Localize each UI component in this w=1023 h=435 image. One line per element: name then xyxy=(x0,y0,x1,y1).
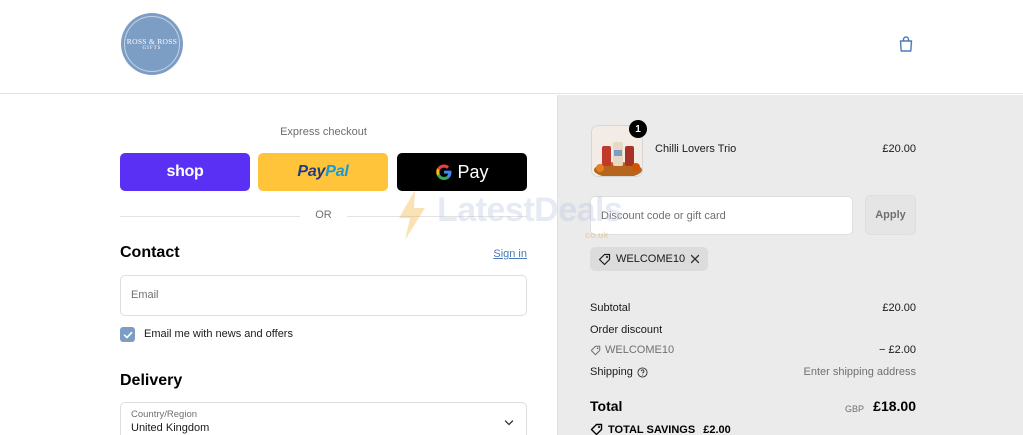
newsletter-checkbox[interactable] xyxy=(120,327,135,342)
subtotal-row: Subtotal £20.00 xyxy=(590,302,916,314)
or-label: OR xyxy=(315,209,332,221)
paypal-label: PayPal xyxy=(297,163,349,180)
shipping-row: Shipping Enter shipping address xyxy=(590,366,916,378)
applied-code-chip: WELCOME10 xyxy=(590,247,708,271)
total-savings-label: TOTAL SAVINGS xyxy=(608,423,696,435)
delivery-heading: Delivery xyxy=(120,372,183,389)
shipping-value: Enter shipping address xyxy=(803,366,916,378)
google-pay-label: Pay xyxy=(457,161,489,182)
shop-pay-button[interactable]: shop xyxy=(120,153,250,191)
apply-button[interactable]: Apply xyxy=(865,195,916,235)
order-discount-label: Order discount xyxy=(590,324,663,336)
email-field[interactable]: Email xyxy=(120,275,527,316)
product-price: £20.00 xyxy=(882,143,916,155)
discount-value: − £2.00 xyxy=(878,344,916,356)
shipping-label: Shipping xyxy=(590,366,633,378)
checkout-form: Express checkout shop PayPal Pay OR Cont… xyxy=(0,95,557,435)
country-value: United Kingdom xyxy=(131,422,210,434)
total-currency: GBP xyxy=(844,404,864,414)
logo-ring xyxy=(124,16,180,72)
total-label: Total xyxy=(590,398,623,414)
quantity-badge: 1 xyxy=(629,120,647,138)
total-amount: £18.00 xyxy=(873,398,916,414)
google-pay-button[interactable]: Pay xyxy=(397,153,527,191)
express-checkout-label: Express checkout xyxy=(280,126,367,138)
total-savings-value: £2.00 xyxy=(703,423,731,435)
sign-in-link[interactable]: Sign in xyxy=(460,248,527,260)
total-row: Total GBP £18.00 xyxy=(590,398,916,418)
subtotal-value: £20.00 xyxy=(882,302,916,314)
or-divider: OR xyxy=(120,209,527,223)
email-placeholder: Email xyxy=(131,289,159,301)
newsletter-label: Email me with news and offers xyxy=(144,328,293,340)
contact-heading: Contact xyxy=(120,244,180,261)
header: ROSS & ROSS GIFTS xyxy=(0,0,1023,94)
paypal-button[interactable]: PayPal xyxy=(258,153,388,191)
discount-placeholder: Discount code or gift card xyxy=(601,210,726,222)
discount-code-row: WELCOME10 − £2.00 xyxy=(590,344,916,356)
google-g-icon xyxy=(436,164,452,180)
tag-icon xyxy=(590,345,601,355)
close-icon[interactable] xyxy=(690,254,700,264)
order-discount-row: Order discount xyxy=(590,324,916,336)
order-summary: 1 Chilli Lovers Trio £20.00 Discount cod… xyxy=(557,95,1023,435)
total-savings-row: TOTAL SAVINGS £2.00 xyxy=(590,423,731,435)
country-label: Country/Region xyxy=(131,409,198,420)
shop-pay-label: shop xyxy=(166,163,204,180)
applied-code-label: WELCOME10 xyxy=(616,253,686,265)
help-circle-icon[interactable] xyxy=(637,366,648,378)
checkmark-icon xyxy=(123,331,132,338)
shopping-bag-icon[interactable] xyxy=(897,35,915,53)
subtotal-label: Subtotal xyxy=(590,302,631,314)
tag-icon xyxy=(590,423,603,435)
country-select[interactable]: Country/Region United Kingdom xyxy=(120,402,527,435)
discount-code-label: WELCOME10 xyxy=(605,344,675,356)
store-logo[interactable]: ROSS & ROSS GIFTS xyxy=(121,13,183,75)
product-name: Chilli Lovers Trio xyxy=(655,143,737,155)
chevron-down-icon xyxy=(504,420,514,426)
tag-icon xyxy=(598,253,611,265)
discount-code-field[interactable]: Discount code or gift card xyxy=(590,196,853,235)
